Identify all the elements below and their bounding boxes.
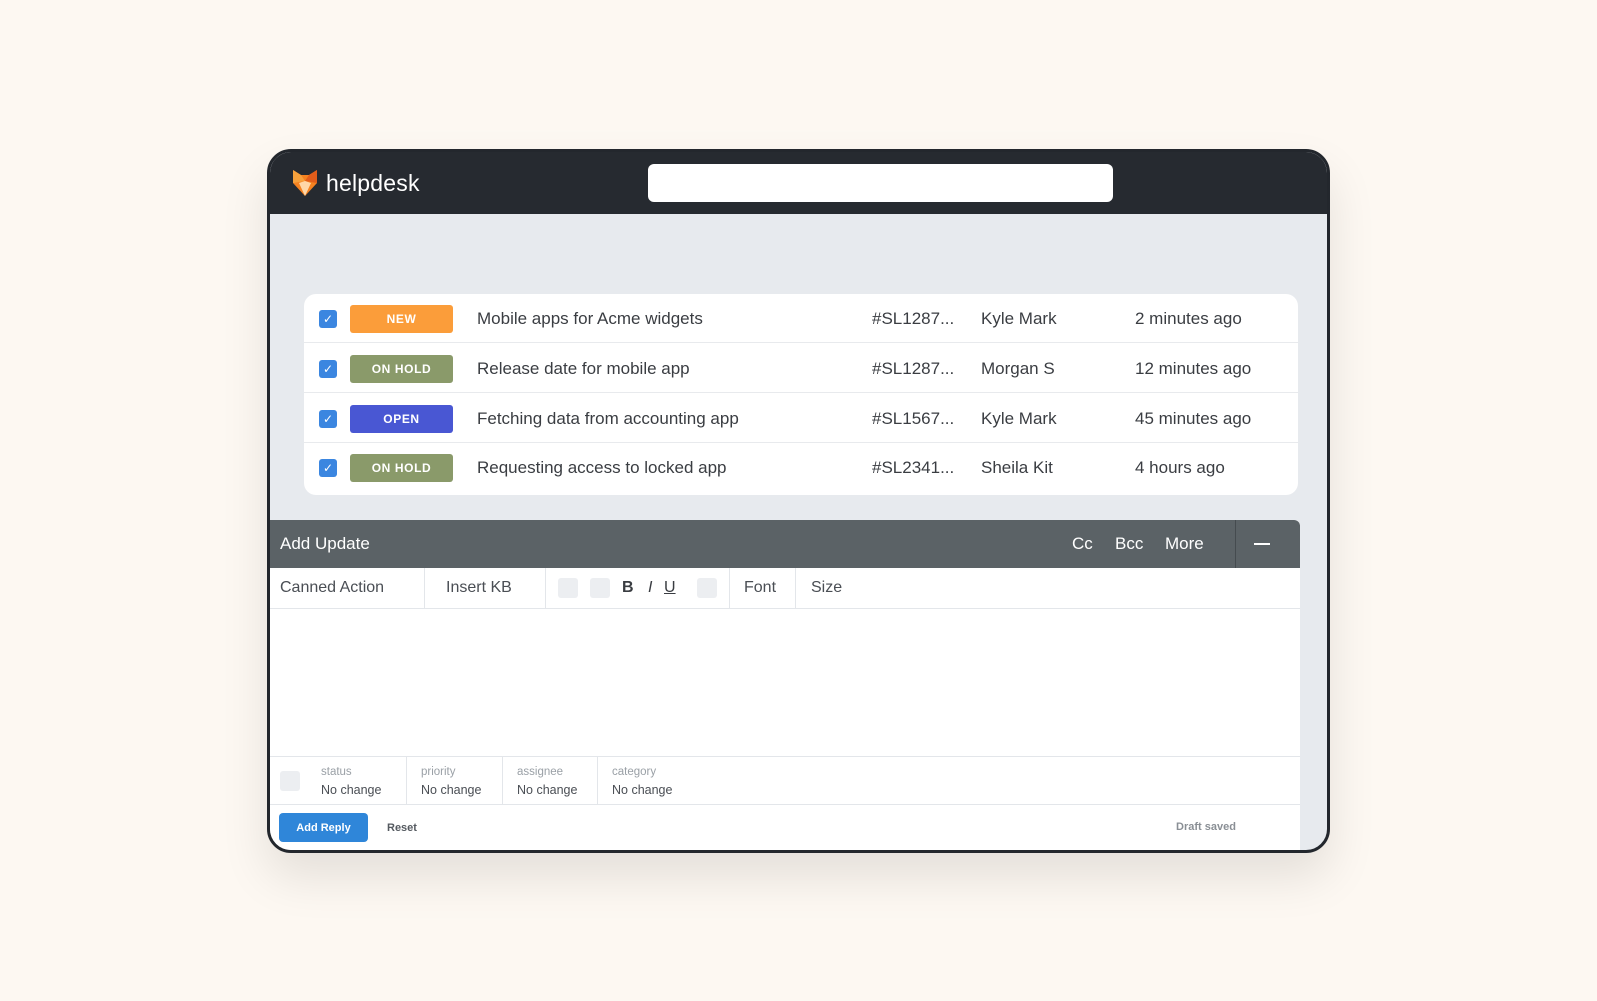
assignee-value[interactable]: No change xyxy=(517,783,577,797)
ticket-row[interactable]: ✓ ON HOLD Requesting access to locked ap… xyxy=(304,443,1298,492)
assignee-field[interactable]: assignee No change xyxy=(502,757,597,805)
brand-name: helpdesk xyxy=(326,170,420,196)
ticket-id: #SL1567... xyxy=(872,409,955,428)
toolbar-divider xyxy=(729,568,730,609)
reset-button[interactable]: Reset xyxy=(377,813,427,842)
row-checkbox[interactable]: ✓ xyxy=(319,310,337,328)
underline-button[interactable]: U xyxy=(664,579,676,597)
ticket-updated: 4 hours ago xyxy=(1135,458,1225,477)
ticket-subject[interactable]: Release date for mobile app xyxy=(477,359,690,379)
status-badge: ON HOLD xyxy=(350,355,453,383)
size-select[interactable]: Size xyxy=(811,579,842,597)
ticket-list: ✓ NEW Mobile apps for Acme widgets #SL12… xyxy=(304,294,1298,495)
row-checkbox[interactable]: ✓ xyxy=(319,360,337,378)
font-select[interactable]: Font xyxy=(744,579,776,597)
properties-checkbox[interactable] xyxy=(280,771,300,791)
status-badge: NEW xyxy=(350,305,453,333)
minus-icon[interactable] xyxy=(1254,543,1270,545)
more-button[interactable]: More xyxy=(1165,534,1204,554)
header-divider xyxy=(1235,520,1236,568)
editor-toolbar: Canned Action Insert KB B I U Font Size xyxy=(270,568,1300,609)
category-label: category xyxy=(612,766,657,778)
fox-logo-icon xyxy=(293,170,317,196)
toolbar-divider xyxy=(795,568,796,609)
ticket-row[interactable]: ✓ ON HOLD Release date for mobile app #S… xyxy=(304,344,1298,393)
ticket-requester: Kyle Mark xyxy=(981,309,1057,328)
add-reply-button[interactable]: Add Reply xyxy=(279,813,368,842)
format-icon[interactable] xyxy=(590,578,610,598)
insert-kb-button[interactable]: Insert KB xyxy=(446,579,512,597)
ticket-subject[interactable]: Mobile apps for Acme widgets xyxy=(477,309,703,329)
search-input[interactable] xyxy=(648,164,1113,202)
row-checkbox[interactable]: ✓ xyxy=(319,459,337,477)
status-field[interactable]: status No change xyxy=(311,757,406,805)
ticket-id: #SL1287... xyxy=(872,309,955,328)
toolbar-divider xyxy=(424,568,425,609)
status-badge: ON HOLD xyxy=(350,454,453,482)
ticket-row[interactable]: ✓ NEW Mobile apps for Acme widgets #SL12… xyxy=(304,294,1298,343)
status-badge: OPEN xyxy=(350,405,453,433)
bcc-button[interactable]: Bcc xyxy=(1115,534,1143,554)
canned-action-button[interactable]: Canned Action xyxy=(280,579,384,597)
format-icon[interactable] xyxy=(697,578,717,598)
composer-title: Add Update xyxy=(280,534,370,553)
ticket-subject[interactable]: Requesting access to locked app xyxy=(477,458,727,478)
bold-button[interactable]: B xyxy=(622,579,634,597)
draft-status: Draft saved xyxy=(1176,821,1236,833)
italic-button[interactable]: I xyxy=(648,579,652,597)
ticket-requester: Morgan S xyxy=(981,359,1055,378)
ticket-row[interactable]: ✓ OPEN Fetching data from accounting app… xyxy=(304,394,1298,443)
ticket-updated: 45 minutes ago xyxy=(1135,409,1252,428)
add-update-panel: Add Update Cc Bcc More Canned Action Ins… xyxy=(270,520,1300,850)
helpdesk-window: helpdesk ✓ NEW Mobile apps for Acme widg… xyxy=(267,149,1330,853)
toolbar-divider xyxy=(545,568,546,609)
cc-button[interactable]: Cc xyxy=(1072,534,1093,554)
priority-value[interactable]: No change xyxy=(421,783,481,797)
ticket-updated: 12 minutes ago xyxy=(1135,359,1252,378)
top-bar: helpdesk xyxy=(270,152,1327,214)
ticket-subject[interactable]: Fetching data from accounting app xyxy=(477,409,739,429)
reply-editor[interactable] xyxy=(270,609,1300,756)
ticket-requester: Kyle Mark xyxy=(981,409,1057,428)
ticket-properties: status No change priority No change assi… xyxy=(270,756,1300,805)
ticket-id: #SL2341... xyxy=(872,458,955,477)
ticket-updated: 2 minutes ago xyxy=(1135,309,1242,328)
composer-footer: Add Reply Reset Draft saved xyxy=(270,805,1300,850)
format-icon[interactable] xyxy=(558,578,578,598)
status-value[interactable]: No change xyxy=(321,783,381,797)
composer-header: Add Update Cc Bcc More xyxy=(270,520,1300,568)
priority-field[interactable]: priority No change xyxy=(406,757,502,805)
ticket-requester: Sheila Kit xyxy=(981,458,1053,477)
status-label: status xyxy=(321,766,352,778)
priority-label: priority xyxy=(421,766,456,778)
assignee-label: assignee xyxy=(517,766,564,778)
category-field[interactable]: category No change xyxy=(597,757,717,805)
category-value[interactable]: No change xyxy=(612,783,672,797)
row-checkbox[interactable]: ✓ xyxy=(319,410,337,428)
ticket-id: #SL1287... xyxy=(872,359,955,378)
